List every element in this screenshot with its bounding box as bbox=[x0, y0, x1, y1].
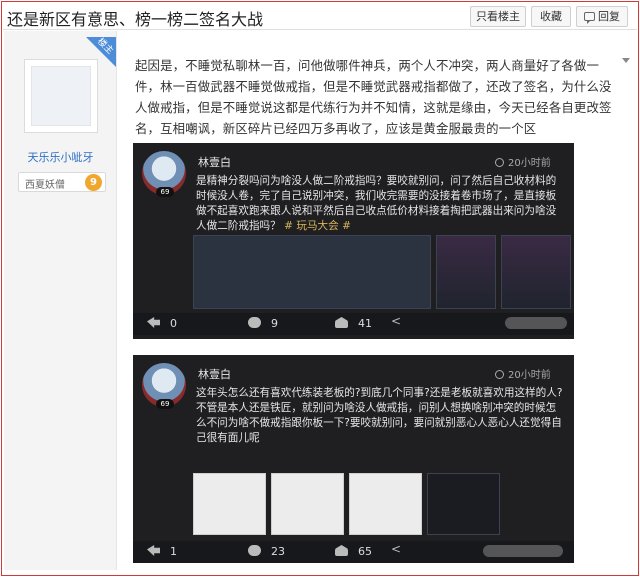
level-name: 西夏妖僧 bbox=[25, 180, 65, 191]
more-icon bbox=[391, 542, 403, 557]
comment-action: 9 bbox=[248, 317, 278, 330]
post-paragraph: 起因是，不睡觉私聊林一百，问他做哪件神兵，两个人不冲突，两人商量好了各做一件，林… bbox=[135, 58, 612, 136]
card-time: 20小时前 bbox=[495, 154, 551, 169]
card-image-row bbox=[193, 235, 571, 309]
more-icon bbox=[391, 314, 403, 329]
card-username: 林壹白 bbox=[198, 368, 231, 381]
level-number: 9 bbox=[85, 174, 102, 191]
share-action: 1 bbox=[147, 545, 177, 558]
like-count: 65 bbox=[358, 545, 372, 558]
like-icon bbox=[335, 317, 348, 328]
watermark-blur bbox=[483, 545, 563, 557]
card-image bbox=[271, 473, 344, 535]
favorite-button[interactable]: 收藏 bbox=[531, 6, 571, 27]
card-image bbox=[436, 235, 496, 309]
card-username: 林壹白 bbox=[198, 156, 231, 169]
card-image bbox=[501, 235, 571, 309]
collapse-arrow-icon[interactable] bbox=[622, 58, 630, 63]
share-action: 0 bbox=[147, 317, 177, 330]
level-badge: 西夏妖僧 9 bbox=[18, 172, 106, 192]
card-text-content: 这年头怎么还有喜欢代练装老板的?到底几个同事?还是老板就喜欢用这样的人?不管是本… bbox=[196, 387, 563, 444]
card-text: 是精神分裂吗问为啥没人做二阶戒指吗？要咬就别问，问了然后自己收材料的时候没人卷，… bbox=[196, 174, 566, 234]
clock-icon bbox=[495, 158, 504, 167]
reply-button[interactable]: 回复 bbox=[576, 6, 628, 27]
share-count: 1 bbox=[170, 545, 177, 558]
card-time-label: 20小时前 bbox=[508, 158, 551, 169]
card-time: 20小时前 bbox=[495, 366, 551, 381]
card-image-row bbox=[193, 473, 500, 535]
avatar[interactable] bbox=[24, 59, 98, 133]
like-action: 41 bbox=[335, 317, 372, 330]
more-action bbox=[391, 314, 413, 331]
share-icon bbox=[147, 317, 160, 328]
embedded-screenshot-1: 69 林壹白 20小时前 是精神分裂吗问为啥没人做二阶戒指吗？要咬就别问，问了然… bbox=[133, 143, 574, 339]
comment-count: 23 bbox=[271, 545, 285, 558]
avatar-placeholder bbox=[31, 66, 91, 126]
reply-label: 回复 bbox=[598, 10, 620, 23]
like-count: 41 bbox=[358, 317, 372, 330]
clock-icon bbox=[495, 370, 504, 379]
card-text: 这年头怎么还有喜欢代练装老板的?到底几个同事?还是老板就喜欢用这样的人?不管是本… bbox=[196, 386, 566, 446]
card-avatar-level: 69 bbox=[156, 187, 174, 197]
thread-title: 还是新区有意思、榜一榜二签名大战 bbox=[7, 10, 264, 29]
card-image bbox=[193, 473, 266, 535]
card-image bbox=[349, 473, 422, 535]
watermark-blur bbox=[505, 317, 567, 329]
comment-icon bbox=[248, 545, 261, 556]
post-body: 起因是，不睡觉私聊林一百，问他做哪件神兵，两个人不冲突，两人商量好了各做一件，林… bbox=[135, 55, 615, 139]
card-image bbox=[193, 235, 431, 309]
embedded-screenshot-2: 69 林壹白 20小时前 这年头怎么还有喜欢代练装老板的?到底几个同事?还是老板… bbox=[133, 355, 574, 563]
card-text-content: 是精神分裂吗问为啥没人做二阶戒指吗？要咬就别问，问了然后自己收材料的时候没人卷，… bbox=[196, 175, 557, 232]
reply-icon bbox=[584, 12, 595, 24]
share-count: 0 bbox=[170, 317, 177, 330]
author-sidebar: 楼主 天乐乐小呲牙 西夏妖僧 9 bbox=[4, 31, 117, 570]
card-time-label: 20小时前 bbox=[508, 370, 551, 381]
more-action bbox=[391, 542, 413, 559]
like-action: 65 bbox=[335, 545, 372, 558]
card-image bbox=[427, 473, 500, 535]
author-name[interactable]: 天乐乐小呲牙 bbox=[4, 149, 117, 165]
like-icon bbox=[335, 545, 348, 556]
comment-count: 9 bbox=[271, 317, 278, 330]
card-avatar-level: 69 bbox=[156, 399, 174, 409]
card-hashtag: # 玩马大会 # bbox=[284, 220, 351, 232]
only-op-button[interactable]: 只看楼主 bbox=[470, 6, 526, 27]
thread-header: 还是新区有意思、榜一榜二签名大战 只看楼主 收藏 回复 bbox=[3, 3, 637, 30]
comment-icon bbox=[248, 317, 261, 328]
share-icon bbox=[147, 545, 160, 556]
comment-action: 23 bbox=[248, 545, 285, 558]
